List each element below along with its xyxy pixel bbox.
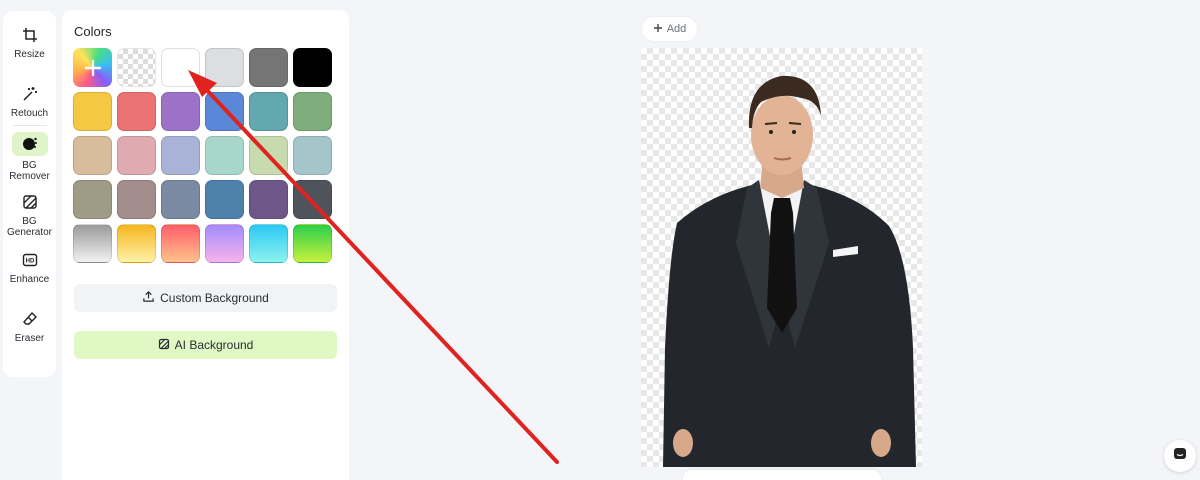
colors-panel: Colors Custom Background AI Background bbox=[62, 10, 349, 480]
tool-label: Resize bbox=[14, 49, 45, 60]
color-swatch[interactable] bbox=[161, 180, 200, 219]
color-swatch[interactable] bbox=[249, 180, 288, 219]
color-swatch[interactable] bbox=[249, 48, 288, 87]
color-swatch[interactable] bbox=[161, 224, 200, 263]
color-picker-button[interactable] bbox=[73, 48, 112, 87]
bg-generator-icon bbox=[158, 338, 170, 353]
bg-generator-icon bbox=[20, 192, 40, 212]
custom-background-button[interactable]: Custom Background bbox=[74, 284, 337, 312]
color-swatch[interactable] bbox=[205, 224, 244, 263]
tool-label: Retouch bbox=[10, 108, 49, 119]
color-swatch[interactable] bbox=[249, 224, 288, 263]
color-swatch[interactable] bbox=[293, 92, 332, 131]
ai-background-label: AI Background bbox=[174, 338, 254, 352]
tool-label: BG Generator bbox=[6, 216, 53, 238]
crop-icon bbox=[20, 25, 40, 45]
color-swatch[interactable] bbox=[161, 48, 200, 87]
tool-eraser[interactable]: Eraser bbox=[3, 309, 56, 344]
color-swatch[interactable] bbox=[73, 180, 112, 219]
color-swatch[interactable] bbox=[293, 136, 332, 175]
color-swatch[interactable] bbox=[205, 48, 244, 87]
tool-rail: Resize Retouch BG Remover BG Generator H… bbox=[3, 11, 56, 377]
color-swatch[interactable] bbox=[205, 180, 244, 219]
ai-background-button[interactable]: AI Background bbox=[74, 331, 337, 359]
tool-bg-remover[interactable]: BG Remover bbox=[3, 132, 56, 182]
swatch-grid bbox=[73, 48, 332, 263]
swatch-transparent[interactable] bbox=[117, 48, 156, 87]
eraser-icon bbox=[20, 309, 40, 329]
color-swatch[interactable] bbox=[117, 136, 156, 175]
subject-photo[interactable] bbox=[641, 48, 922, 467]
magic-wand-icon bbox=[20, 84, 40, 104]
man-in-suit-image bbox=[663, 75, 916, 467]
color-swatch[interactable] bbox=[117, 224, 156, 263]
custom-background-label: Custom Background bbox=[160, 291, 269, 305]
color-swatch[interactable] bbox=[73, 92, 112, 131]
chat-support-button[interactable] bbox=[1164, 440, 1196, 472]
hd-icon: HD bbox=[20, 250, 40, 270]
bg-remover-icon bbox=[11, 132, 48, 156]
photo-toolbar bbox=[683, 470, 881, 480]
color-swatch[interactable] bbox=[161, 92, 200, 131]
tool-enhance[interactable]: HD Enhance bbox=[3, 250, 56, 285]
tool-label: Eraser bbox=[14, 333, 45, 344]
tool-resize[interactable]: Resize bbox=[3, 25, 56, 60]
color-swatch[interactable] bbox=[205, 92, 244, 131]
plus-icon bbox=[653, 23, 663, 36]
color-swatch[interactable] bbox=[249, 92, 288, 131]
color-swatch[interactable] bbox=[73, 224, 112, 263]
add-label: Add bbox=[666, 23, 687, 35]
panel-title: Colors bbox=[74, 24, 112, 39]
color-swatch[interactable] bbox=[293, 180, 332, 219]
add-button[interactable]: Add bbox=[642, 17, 697, 41]
tool-retouch[interactable]: Retouch bbox=[3, 84, 56, 119]
chat-icon bbox=[1172, 446, 1188, 467]
svg-text:HD: HD bbox=[25, 259, 34, 265]
divider bbox=[12, 125, 47, 126]
color-swatch[interactable] bbox=[161, 136, 200, 175]
color-swatch[interactable] bbox=[293, 48, 332, 87]
tool-bg-generator[interactable]: BG Generator bbox=[3, 192, 56, 238]
color-swatch[interactable] bbox=[117, 180, 156, 219]
color-swatch[interactable] bbox=[73, 136, 112, 175]
tool-label: Enhance bbox=[9, 274, 50, 285]
color-swatch[interactable] bbox=[117, 92, 156, 131]
color-swatch[interactable] bbox=[205, 136, 244, 175]
upload-icon bbox=[142, 290, 155, 306]
color-swatch[interactable] bbox=[293, 224, 332, 263]
plus-icon bbox=[84, 59, 101, 76]
tool-label: BG Remover bbox=[9, 160, 50, 182]
color-swatch[interactable] bbox=[249, 136, 288, 175]
